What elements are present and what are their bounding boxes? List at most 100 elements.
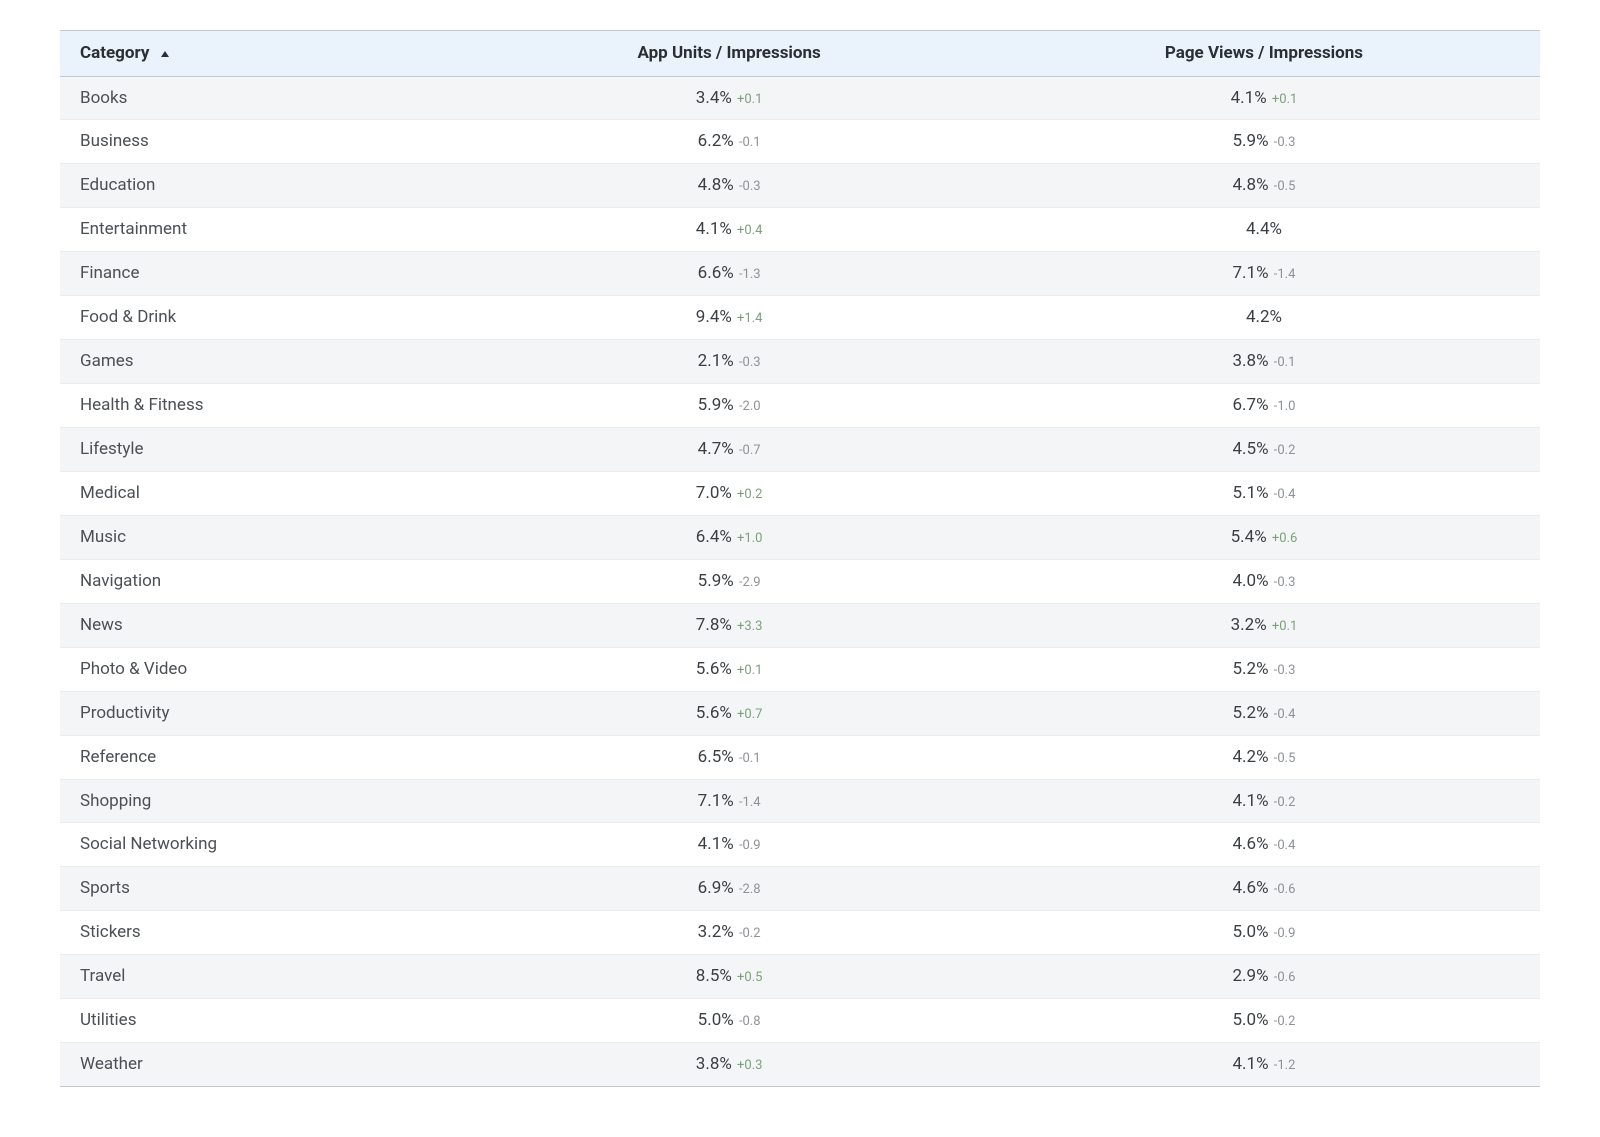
page-views-value: 5.2% xyxy=(1233,659,1269,679)
app-units-cell: 3.2% -0.2 xyxy=(470,911,988,955)
app-units-value: 4.7% xyxy=(698,439,734,459)
page-views-delta: -0.2 xyxy=(1271,443,1296,458)
table-row: Reference6.5% -0.14.2% -0.5 xyxy=(60,735,1540,779)
app-units-delta: +0.5 xyxy=(734,970,763,985)
app-units-cell: 5.6% +0.7 xyxy=(470,691,988,735)
app-units-cell: 6.6% -1.3 xyxy=(470,252,988,296)
category-cell: Entertainment xyxy=(60,208,470,252)
page-views-delta: -1.4 xyxy=(1271,267,1296,282)
category-cell: Travel xyxy=(60,955,470,999)
table-row: Business6.2% -0.15.9% -0.3 xyxy=(60,120,1540,164)
page-views-value: 4.1% xyxy=(1233,1054,1269,1074)
app-units-value: 3.8% xyxy=(696,1054,732,1074)
category-cell: Shopping xyxy=(60,779,470,823)
app-units-delta: +1.0 xyxy=(734,531,763,546)
table-row: Photo & Video5.6% +0.15.2% -0.3 xyxy=(60,647,1540,691)
category-cell: Music xyxy=(60,515,470,559)
page-views-value: 5.9% xyxy=(1233,131,1269,151)
column-header-label: Category xyxy=(80,43,149,63)
app-units-delta: -2.9 xyxy=(736,575,761,590)
app-units-delta: +0.7 xyxy=(734,707,763,722)
page-views-value: 4.1% xyxy=(1233,791,1269,811)
app-units-cell: 6.2% -0.1 xyxy=(470,120,988,164)
app-units-delta: -0.2 xyxy=(736,926,761,941)
category-cell: Health & Fitness xyxy=(60,384,470,428)
table-row: Travel8.5% +0.52.9% -0.6 xyxy=(60,955,1540,999)
app-units-value: 4.1% xyxy=(696,219,732,239)
page-views-delta: -0.9 xyxy=(1271,926,1296,941)
category-cell: Education xyxy=(60,164,470,208)
page-views-value: 5.4% xyxy=(1231,527,1267,547)
app-units-delta: -0.9 xyxy=(736,838,761,853)
app-units-delta: +3.3 xyxy=(734,619,763,634)
app-units-cell: 4.8% -0.3 xyxy=(470,164,988,208)
table-row: Stickers3.2% -0.25.0% -0.9 xyxy=(60,911,1540,955)
table-row: Books3.4% +0.14.1% +0.1 xyxy=(60,76,1540,120)
page-views-delta: +0.1 xyxy=(1269,92,1298,107)
app-units-value: 3.2% xyxy=(698,922,734,942)
page-views-value: 4.0% xyxy=(1233,571,1269,591)
table-row: Shopping7.1% -1.44.1% -0.2 xyxy=(60,779,1540,823)
metrics-table: Category App Units / Impressions Page Vi… xyxy=(60,30,1540,1087)
app-units-delta: -0.3 xyxy=(736,355,761,370)
page-views-value: 3.2% xyxy=(1231,615,1267,635)
app-units-value: 7.8% xyxy=(696,615,732,635)
page-views-cell: 4.8% -0.5 xyxy=(988,164,1540,208)
page-views-cell: 3.2% +0.1 xyxy=(988,603,1540,647)
app-units-value: 3.4% xyxy=(696,88,732,108)
app-units-value: 5.6% xyxy=(696,659,732,679)
page-views-delta: +0.1 xyxy=(1269,619,1298,634)
column-header-label: App Units / Impressions xyxy=(637,43,820,63)
page-views-cell: 5.2% -0.4 xyxy=(988,691,1540,735)
table-row: Education4.8% -0.34.8% -0.5 xyxy=(60,164,1540,208)
app-units-delta: +0.2 xyxy=(734,487,763,502)
page-views-value: 5.0% xyxy=(1233,1010,1269,1030)
app-units-cell: 7.0% +0.2 xyxy=(470,471,988,515)
table-row: Finance6.6% -1.37.1% -1.4 xyxy=(60,252,1540,296)
app-units-value: 4.1% xyxy=(698,834,734,854)
app-units-cell: 7.8% +3.3 xyxy=(470,603,988,647)
category-cell: Social Networking xyxy=(60,823,470,867)
page-views-cell: 4.4% xyxy=(988,208,1540,252)
page-views-cell: 5.4% +0.6 xyxy=(988,515,1540,559)
table-row: Games2.1% -0.33.8% -0.1 xyxy=(60,340,1540,384)
column-header-page-views[interactable]: Page Views / Impressions xyxy=(988,31,1540,77)
app-units-value: 5.6% xyxy=(696,703,732,723)
page-views-delta: -1.2 xyxy=(1271,1058,1296,1073)
page-views-value: 3.8% xyxy=(1233,351,1269,371)
page-views-delta: -1.0 xyxy=(1271,399,1296,414)
category-cell: Reference xyxy=(60,735,470,779)
table-row: Navigation5.9% -2.94.0% -0.3 xyxy=(60,559,1540,603)
column-header-app-units[interactable]: App Units / Impressions xyxy=(470,31,988,77)
column-header-category[interactable]: Category xyxy=(60,31,470,77)
app-units-delta: +0.1 xyxy=(734,663,763,678)
app-units-delta: +0.1 xyxy=(734,92,763,107)
page-views-cell: 5.0% -0.2 xyxy=(988,999,1540,1043)
app-units-cell: 5.6% +0.1 xyxy=(470,647,988,691)
app-units-value: 6.4% xyxy=(696,527,732,547)
app-units-value: 5.9% xyxy=(698,395,734,415)
table-row: Health & Fitness5.9% -2.06.7% -1.0 xyxy=(60,384,1540,428)
app-units-delta: -2.0 xyxy=(736,399,761,414)
app-units-cell: 2.1% -0.3 xyxy=(470,340,988,384)
page-views-delta: -0.4 xyxy=(1271,838,1296,853)
app-units-delta: +0.4 xyxy=(734,223,763,238)
page-views-value: 4.2% xyxy=(1246,307,1282,327)
page-views-value: 4.6% xyxy=(1233,878,1269,898)
page-views-cell: 4.6% -0.6 xyxy=(988,867,1540,911)
app-units-value: 4.8% xyxy=(698,175,734,195)
category-cell: News xyxy=(60,603,470,647)
app-units-cell: 4.7% -0.7 xyxy=(470,428,988,472)
page-views-cell: 5.9% -0.3 xyxy=(988,120,1540,164)
page-views-delta: -0.3 xyxy=(1271,135,1296,150)
page-views-cell: 4.1% -1.2 xyxy=(988,1043,1540,1087)
app-units-value: 5.0% xyxy=(698,1010,734,1030)
app-units-delta: +0.3 xyxy=(734,1058,763,1073)
page-views-value: 4.5% xyxy=(1233,439,1269,459)
category-cell: Books xyxy=(60,76,470,120)
table-row: Sports6.9% -2.84.6% -0.6 xyxy=(60,867,1540,911)
table-row: Entertainment 4.1% +0.4 4.4% xyxy=(60,208,1540,252)
app-units-cell: 3.4% +0.1 xyxy=(470,76,988,120)
page-views-delta: +0.6 xyxy=(1269,531,1298,546)
category-cell: Navigation xyxy=(60,559,470,603)
